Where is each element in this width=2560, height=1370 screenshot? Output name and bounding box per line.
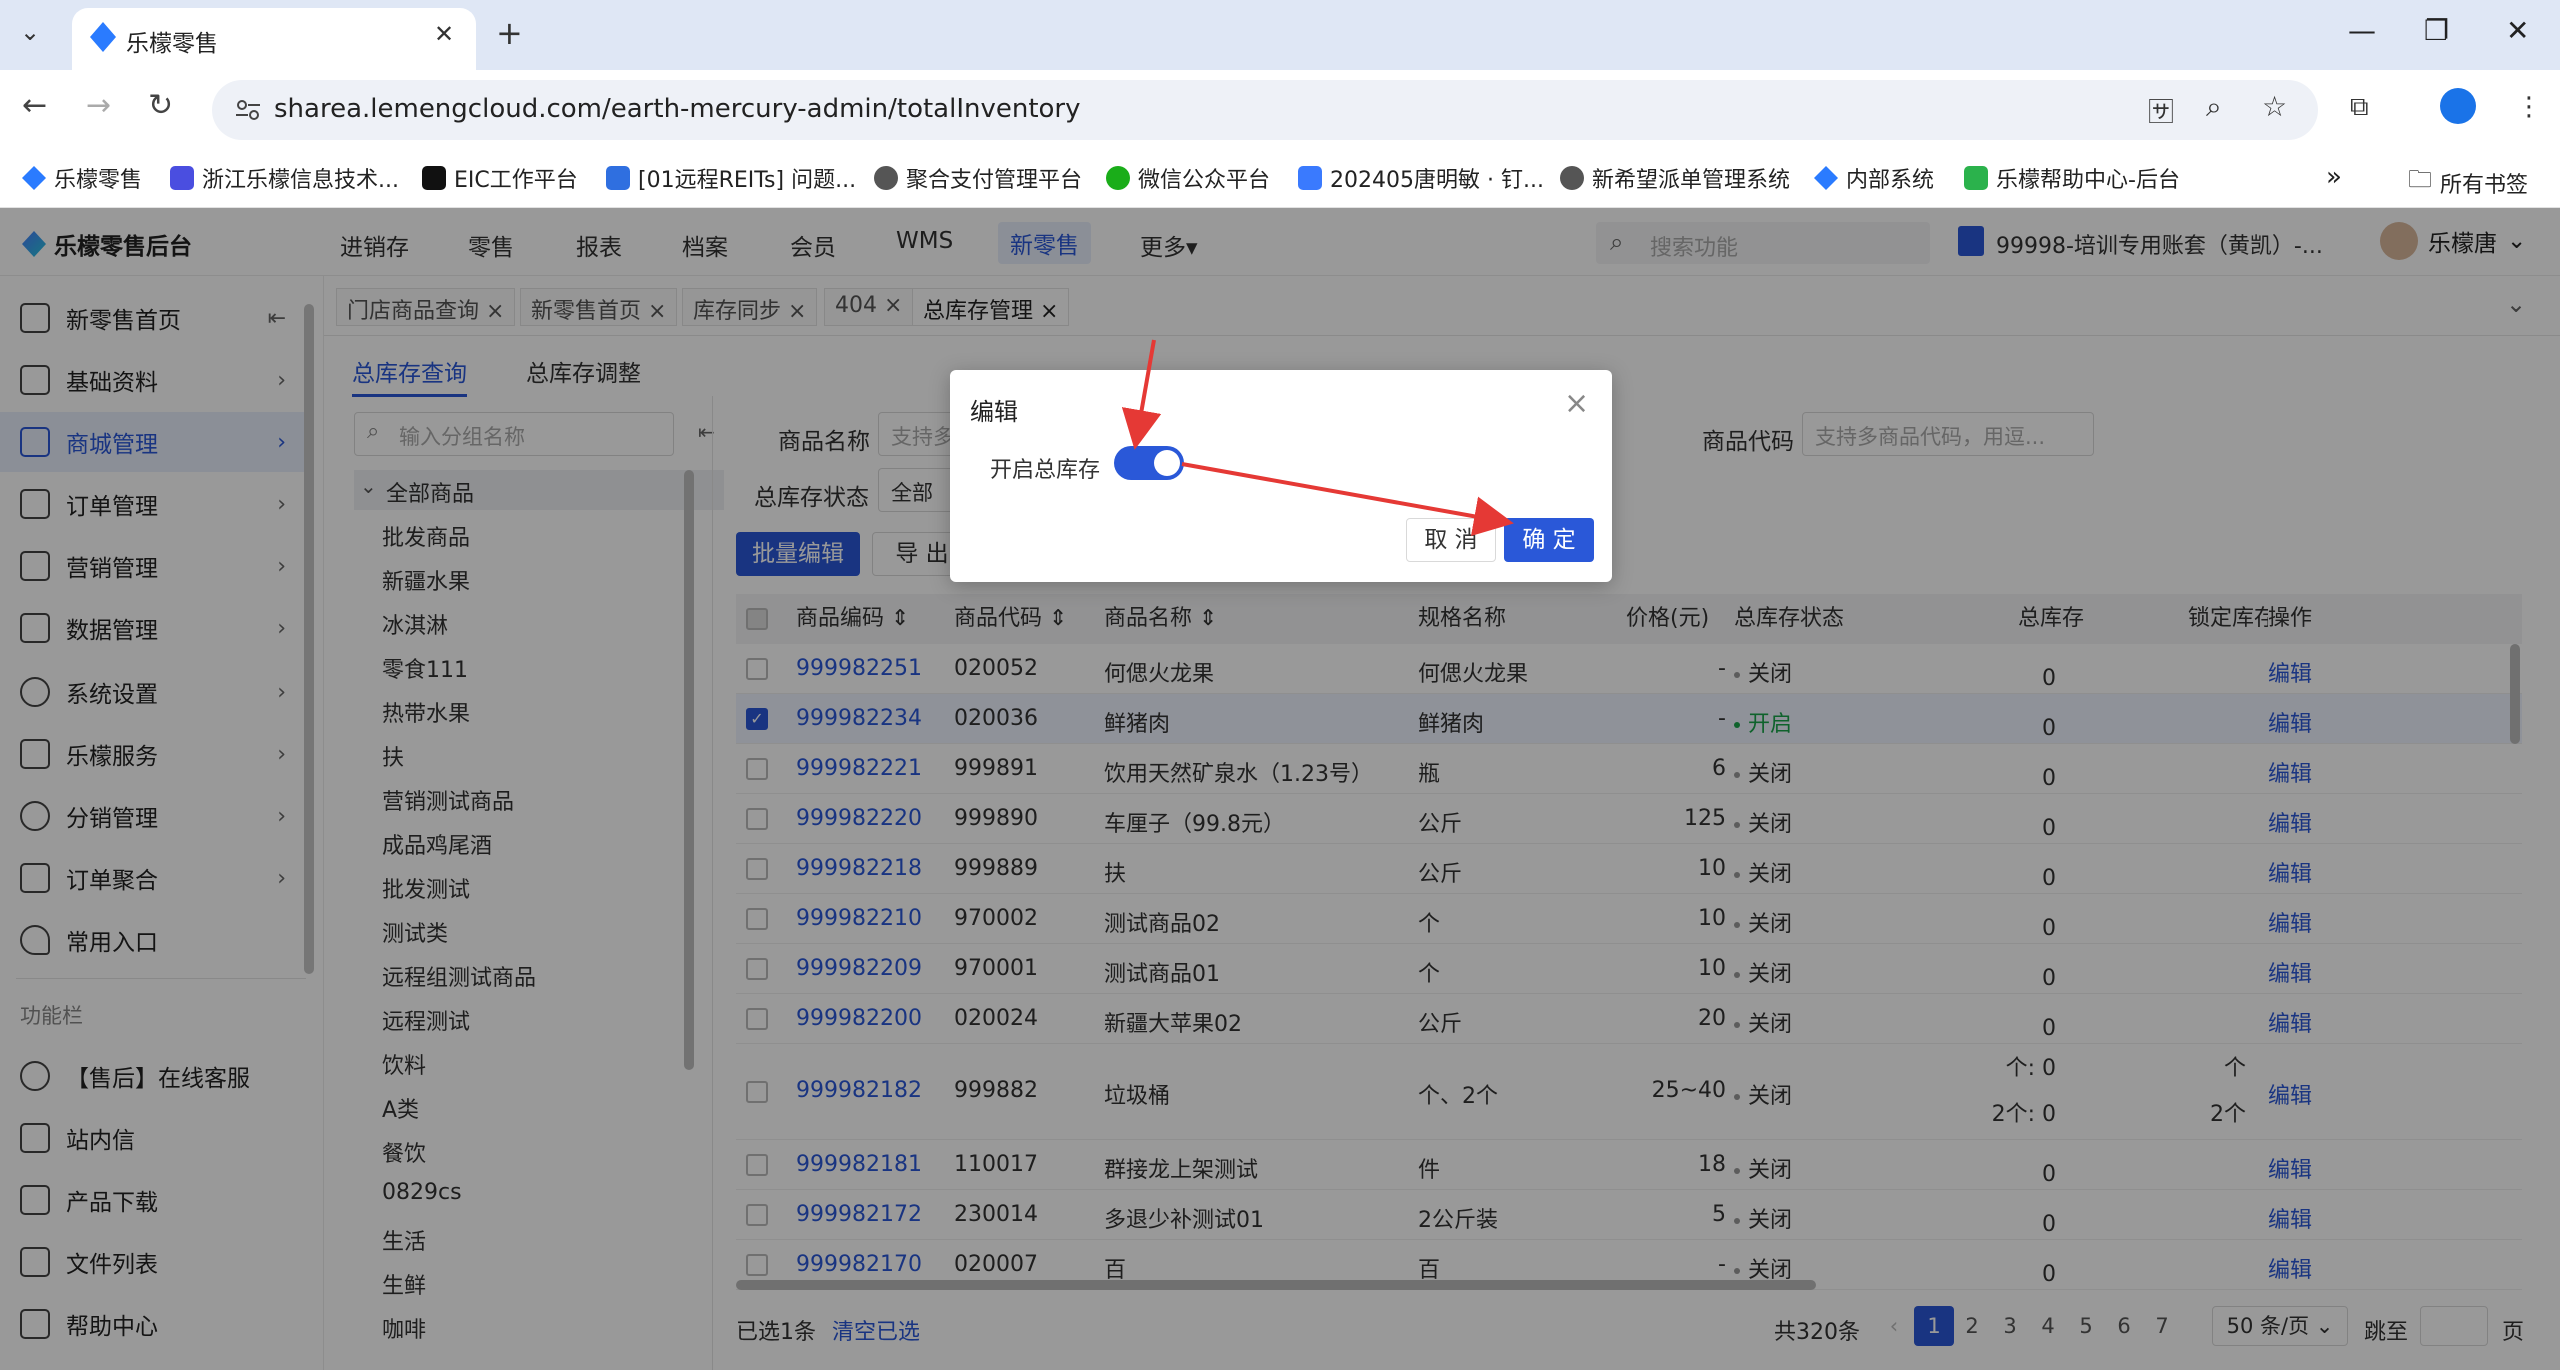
window-close-icon[interactable]: ✕ [2506, 14, 2529, 47]
address-bar[interactable]: sharea.lemengcloud.com/earth-mercury-adm… [212, 80, 2318, 140]
bookmark-label: EIC工作平台 [454, 168, 578, 193]
bookmark-label: [01远程REITs] 问题... [638, 168, 857, 193]
bookmark-label: 微信公众平台 [1138, 168, 1271, 193]
doc-icon [1298, 166, 1322, 190]
bookmark-item[interactable]: [01远程REITs] 问题... [606, 162, 856, 194]
bookmark-item[interactable]: 新希望派单管理系统 [1560, 162, 1790, 194]
wechat-icon [1106, 166, 1130, 190]
tab-search-chevron-icon[interactable]: ⌄ [20, 18, 40, 46]
bookmark-label: 新希望派单管理系统 [1592, 168, 1791, 193]
lemeng-logo-icon [1814, 166, 1838, 190]
browser-tab[interactable]: 乐檬零售 ✕ [72, 8, 476, 70]
bookmark-item[interactable]: 聚合支付管理平台 [874, 162, 1082, 194]
bookmark-item[interactable]: 浙江乐檬信息技术... [170, 162, 399, 194]
toggle-knob [1154, 450, 1180, 476]
menu-kebab-icon[interactable]: ⋮ [2516, 92, 2542, 122]
lemeng-logo-icon [22, 166, 46, 190]
jira-icon [606, 166, 630, 190]
minimize-icon[interactable]: — [2348, 14, 2376, 47]
bookmark-label: 乐檬零售 [54, 168, 143, 193]
profile-icon[interactable] [2440, 88, 2476, 124]
new-tab-icon[interactable]: + [496, 14, 523, 52]
bookmark-item[interactable]: 202405唐明敏 · 钉... [1298, 162, 1544, 194]
folder-icon: 🗀 [2408, 165, 2432, 193]
url-text: sharea.lemengcloud.com/earth-mercury-adm… [274, 94, 1081, 124]
bookmark-label: 乐檬帮助中心-后台 [1996, 168, 2180, 193]
enable-stock-toggle[interactable] [1114, 446, 1184, 480]
reload-icon[interactable]: ↻ [148, 88, 173, 123]
edit-dialog: 编辑 × 开启总库存 取 消 确 定 [950, 370, 1612, 582]
more-bookmarks-icon[interactable]: » [2326, 162, 2342, 192]
globe-icon [1560, 166, 1584, 190]
restore-icon[interactable]: ❐ [2424, 14, 2449, 47]
browser-toolbar: ← → ↻ sharea.lemengcloud.com/earth-mercu… [0, 70, 2560, 150]
bookmark-item[interactable]: 乐檬帮助中心-后台 [1964, 162, 2180, 194]
cancel-button[interactable]: 取 消 [1406, 518, 1496, 562]
bookmark-label: 内部系统 [1846, 168, 1935, 193]
forward-icon[interactable]: → [86, 88, 111, 123]
bookmark-item[interactable]: 乐檬零售 [22, 162, 142, 194]
bookmark-item[interactable]: 内部系统 [1814, 162, 1934, 194]
close-icon[interactable]: × [1564, 386, 1589, 421]
enable-stock-label: 开启总库存 [990, 458, 1101, 483]
bookmark-label: 所有书签 [2440, 172, 2529, 198]
all-bookmarks-folder[interactable]: 🗀 所有书签 [2408, 162, 2528, 203]
tab-title: 乐檬零售 [126, 31, 218, 57]
eic-icon [422, 166, 446, 190]
globe-icon [874, 166, 898, 190]
bookmarks-bar: 乐檬零售 浙江乐檬信息技术... EIC工作平台 [01远程REITs] 问题.… [0, 150, 2560, 208]
dialog-title: 编辑 [970, 398, 1018, 426]
translate-icon[interactable]: 🈂 [2148, 92, 2174, 129]
bookmark-star-icon[interactable]: ☆ [2262, 90, 2287, 123]
help-logo-icon [1964, 166, 1988, 190]
site-info-icon[interactable] [234, 96, 262, 124]
extensions-icon[interactable]: ⧉ [2350, 92, 2369, 123]
bookmark-item[interactable]: EIC工作平台 [422, 162, 578, 194]
bookmark-item[interactable]: 微信公众平台 [1106, 162, 1270, 194]
bookmark-label: 202405唐明敏 · 钉... [1330, 168, 1544, 193]
lemeng-logo-icon [90, 22, 116, 52]
confirm-button[interactable]: 确 定 [1504, 518, 1594, 562]
app-icon [170, 166, 194, 190]
bookmark-label: 聚合支付管理平台 [906, 168, 1083, 193]
bookmark-label: 浙江乐檬信息技术... [202, 168, 399, 193]
tab-close-icon[interactable]: ✕ [434, 20, 454, 48]
browser-tab-strip: ⌄ 乐檬零售 ✕ + — ❐ ✕ [0, 0, 2560, 70]
back-icon[interactable]: ← [22, 88, 47, 123]
zoom-icon[interactable]: ⌕ [2206, 90, 2222, 124]
